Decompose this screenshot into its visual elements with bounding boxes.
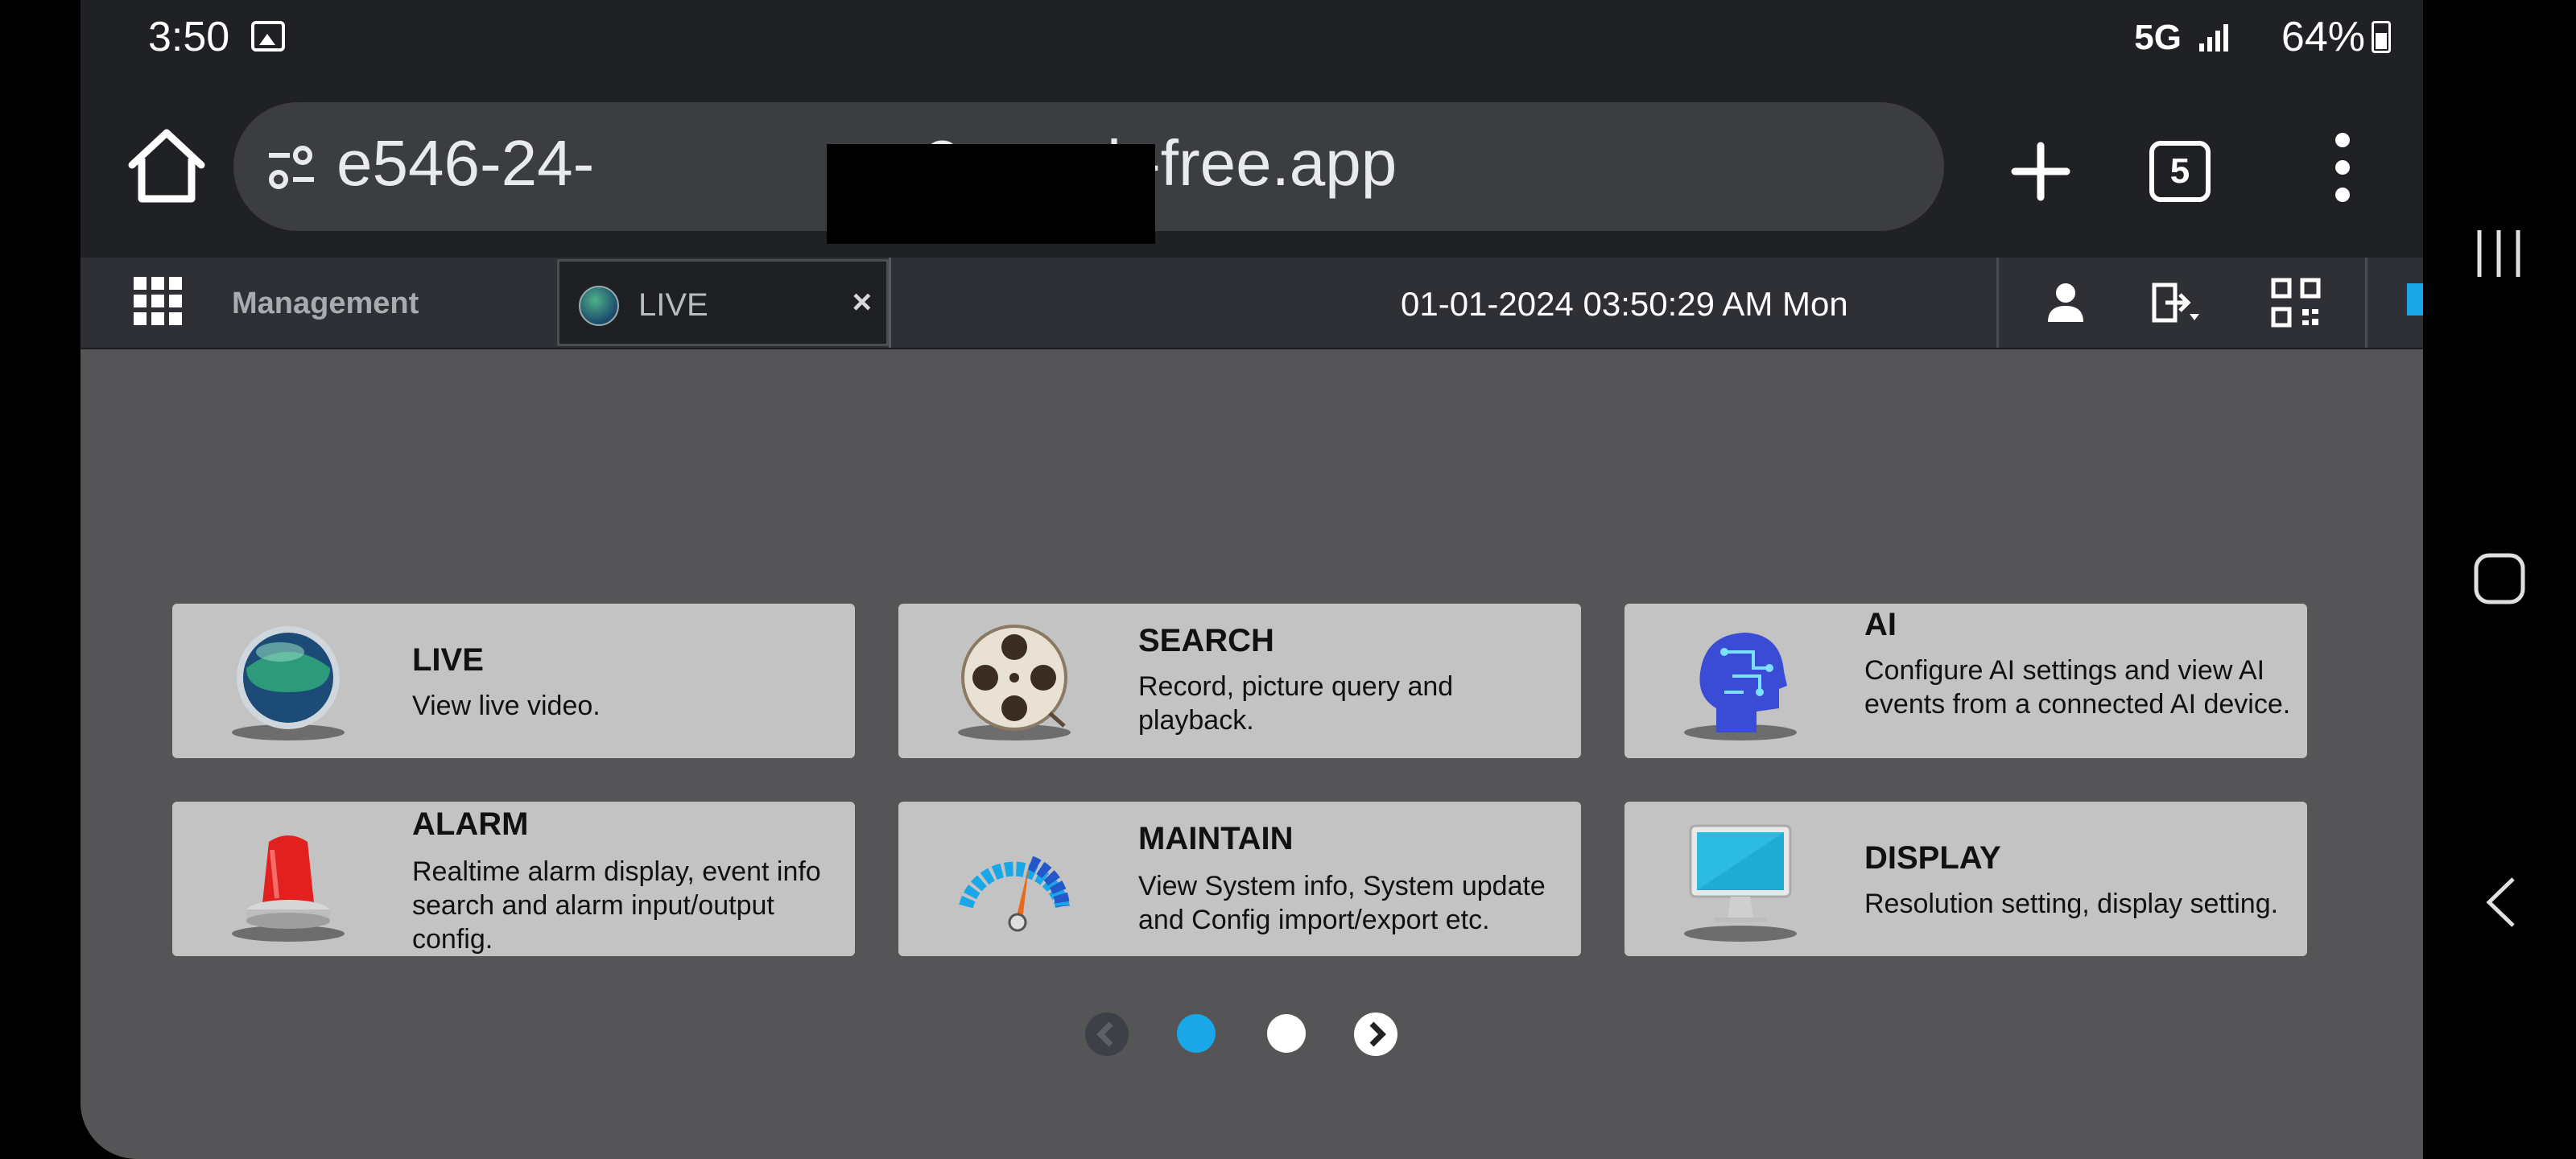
module-live[interactable]: LIVE View live video.	[172, 604, 855, 758]
module-title: LIVE	[412, 642, 484, 678]
module-alarm[interactable]: ALARM Realtime alarm display, event info…	[172, 802, 855, 956]
site-settings-icon[interactable]	[266, 144, 317, 192]
module-search[interactable]: SEARCH Record, picture query and playbac…	[898, 604, 1581, 758]
url-prefix: e546-24-	[336, 127, 595, 199]
more-menu-icon[interactable]	[2326, 133, 2359, 213]
next-page-icon[interactable]	[1352, 1011, 1399, 1058]
module-title: AI	[1864, 607, 1897, 642]
module-title: ALARM	[412, 806, 529, 842]
page-dot-2[interactable]	[1267, 1014, 1306, 1053]
web-app: Management LIVE × 01-01-2024 03:50:29 AM…	[80, 258, 2423, 1159]
battery-icon	[2372, 21, 2391, 53]
network-type: 5G	[2134, 18, 2182, 57]
logout-icon[interactable]	[2149, 277, 2201, 328]
new-tab-icon[interactable]	[1992, 123, 2089, 220]
qr-code-icon[interactable]	[2270, 277, 2322, 328]
prev-page-icon[interactable]	[1084, 1011, 1130, 1058]
module-ai[interactable]: AI Configure AI settings and view AI eve…	[1624, 604, 2307, 758]
display-toggle-icon[interactable]	[2407, 277, 2423, 328]
globe-icon	[232, 626, 345, 740]
globe-icon	[579, 286, 619, 326]
app-grid-icon[interactable]	[132, 275, 184, 327]
home-nav-icon[interactable]	[2473, 552, 2526, 605]
management-menu[interactable]: Management	[232, 287, 419, 321]
nav-divider	[2365, 258, 2368, 348]
module-description: Resolution setting, display setting.	[1864, 889, 2279, 919]
back-icon[interactable]	[2481, 874, 2521, 930]
module-description: View live video.	[412, 691, 601, 721]
recent-apps-icon[interactable]	[2473, 225, 2524, 282]
status-time: 3:50	[148, 14, 230, 60]
module-title: MAINTAIN	[1138, 821, 1294, 856]
module-description: Record, picture query and playback.	[1138, 671, 1454, 736]
page-dot-1-active[interactable]	[1177, 1014, 1216, 1053]
top-navigation: Management LIVE × 01-01-2024 03:50:29 AM…	[80, 258, 2423, 349]
signal-icon	[2199, 24, 2228, 52]
tab-live-label: LIVE	[638, 287, 708, 323]
phone-screen: 3:50 5G 64% e546-24- 3.ngrok-free.app 5 …	[80, 0, 2423, 1159]
system-datetime: 01-01-2024 03:50:29 AM Mon	[1401, 285, 1848, 323]
film-reel-icon	[958, 625, 1071, 740]
nav-divider	[1996, 258, 1999, 348]
module-description: Configure AI settings and view AI events…	[1864, 655, 2291, 720]
tab-divider	[889, 258, 891, 348]
ai-head-icon	[1684, 633, 1797, 740]
tab-live[interactable]: LIVE ×	[557, 259, 889, 346]
module-description: View System info, System update and Conf…	[1138, 871, 1546, 935]
module-maintain[interactable]: MAINTAIN View System info, System update…	[898, 802, 1581, 956]
module-display[interactable]: DISPLAY Resolution setting, display sett…	[1624, 802, 2307, 956]
monitor-icon	[1684, 824, 1797, 942]
tab-switcher-button[interactable]: 5	[2149, 141, 2211, 202]
pager	[80, 1006, 2423, 1062]
user-icon[interactable]	[2040, 277, 2091, 328]
tab-close-button[interactable]: ×	[852, 283, 872, 321]
browser-toolbar: e546-24- 3.ngrok-free.app 5	[80, 76, 2423, 258]
gallery-notification-icon	[251, 21, 285, 52]
home-icon[interactable]	[122, 125, 211, 205]
status-bar: 3:50 5G 64%	[80, 0, 2423, 76]
gauge-icon	[959, 856, 1070, 932]
module-title: SEARCH	[1138, 623, 1274, 658]
redaction-block	[827, 144, 1155, 244]
module-description: Realtime alarm display, event info searc…	[412, 856, 821, 955]
android-nav-bar	[2423, 0, 2576, 1159]
alarm-siren-icon	[232, 835, 345, 942]
battery-percent: 64%	[2281, 14, 2365, 60]
url-bar[interactable]: e546-24- 3.ngrok-free.app	[233, 102, 1944, 244]
module-title: DISPLAY	[1864, 840, 2001, 876]
